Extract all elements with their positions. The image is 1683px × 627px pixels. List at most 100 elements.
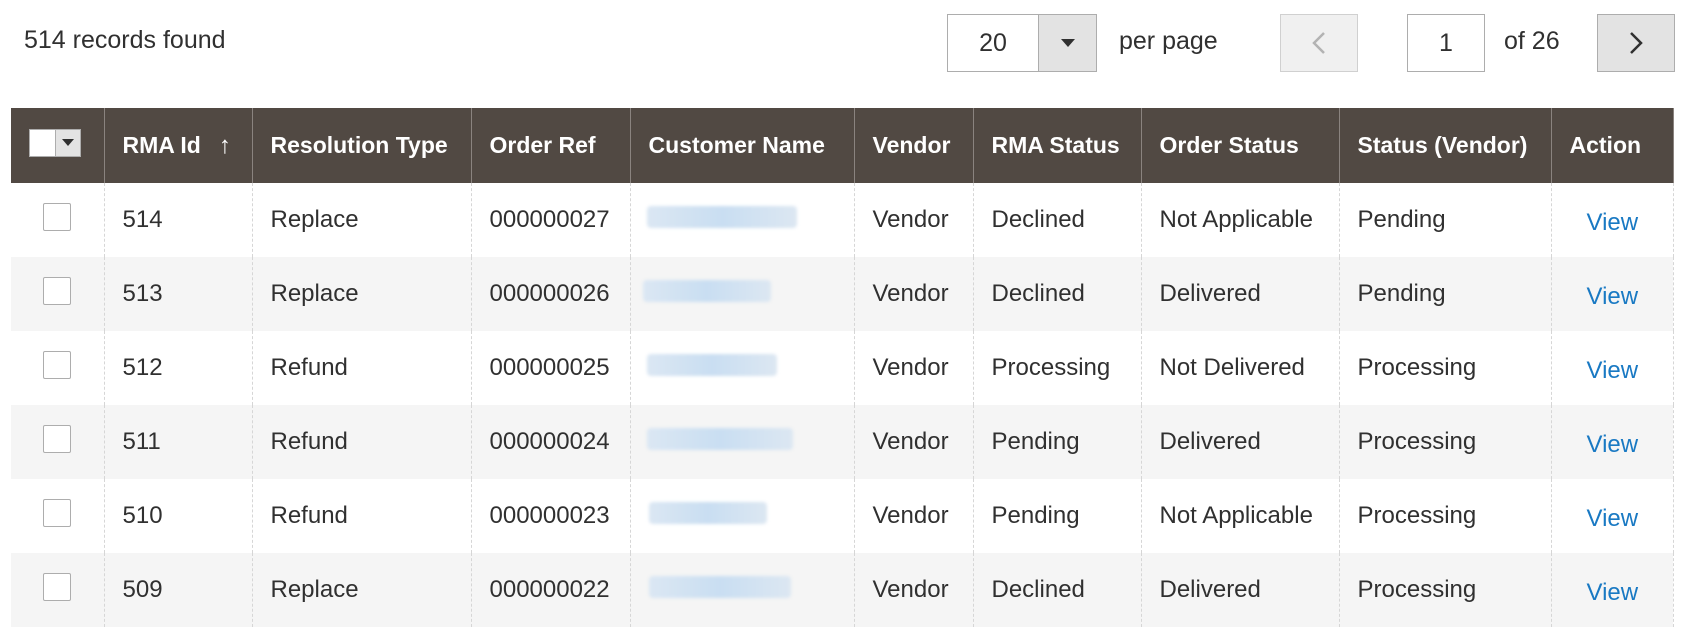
cell-action: View <box>1550 183 1674 257</box>
column-header-resolution-type[interactable]: Resolution Type <box>251 108 472 183</box>
table-row: 514 Replace 000000027 Vendor Declined Not App… <box>11 183 1674 257</box>
row-select-cell <box>11 331 105 405</box>
cell-order-status: Not Applicable <box>1140 183 1340 257</box>
mass-select-dropdown[interactable] <box>29 129 81 157</box>
sort-ascending-icon: ↑ <box>218 131 231 159</box>
row-select-cell <box>11 183 105 257</box>
row-checkbox[interactable] <box>43 424 71 453</box>
cell-vendor: Vendor <box>853 479 974 553</box>
cell-rma-status: Processing <box>972 331 1142 405</box>
column-header-rma-id[interactable]: RMA Id ↑ <box>103 108 253 183</box>
cell-vendor: Vendor <box>853 553 974 627</box>
cell-status-vendor: Processing <box>1338 405 1552 479</box>
cell-rma-id: 514 <box>103 183 253 257</box>
previous-page-button[interactable] <box>1280 14 1358 72</box>
per-page-label: per page <box>1119 27 1218 55</box>
table-row: 510 Refund 000000023 Vendor Pending Not Appli… <box>11 479 1674 553</box>
cell-action: View <box>1550 331 1674 405</box>
row-select-cell <box>11 405 105 479</box>
cell-resolution-type: Replace <box>251 257 472 331</box>
per-page-dropdown-button[interactable] <box>1038 15 1096 71</box>
view-link[interactable]: View <box>1587 283 1639 310</box>
table-row: 511 Refund 000000024 Vendor Pending Delivered… <box>11 405 1674 479</box>
cell-resolution-type: Refund <box>251 479 472 553</box>
mass-select-header <box>11 108 105 183</box>
cell-order-status: Not Delivered <box>1140 331 1340 405</box>
cell-rma-status: Declined <box>972 553 1142 627</box>
per-page-value: 20 <box>979 28 1007 57</box>
cell-rma-status: Declined <box>972 183 1142 257</box>
column-header-order-status[interactable]: Order Status <box>1140 108 1340 183</box>
mass-select-toggle[interactable] <box>54 130 80 156</box>
chevron-right-icon <box>1630 32 1643 54</box>
column-header-rma-status[interactable]: RMA Status <box>972 108 1142 183</box>
cell-vendor: Vendor <box>853 405 974 479</box>
cell-vendor: Vendor <box>853 331 974 405</box>
cell-rma-id: 512 <box>103 331 253 405</box>
cell-status-vendor: Processing <box>1338 331 1552 405</box>
cell-rma-id: 509 <box>103 553 253 627</box>
column-header-vendor[interactable]: Vendor <box>853 108 974 183</box>
per-page-select[interactable]: 20 <box>947 14 1097 72</box>
redacted-customer-name <box>646 427 793 450</box>
table-row: 509 Replace 000000022 Vendor Declined Deliver… <box>11 553 1674 627</box>
chevron-down-icon <box>1060 38 1075 47</box>
cell-customer-name <box>629 479 855 553</box>
column-header-label: RMA Id <box>122 131 201 158</box>
cell-customer-name <box>629 331 855 405</box>
cell-action: View <box>1550 257 1674 331</box>
cell-resolution-type: Refund <box>251 331 472 405</box>
cell-resolution-type: Refund <box>251 405 472 479</box>
cell-order-status: Delivered <box>1140 257 1340 331</box>
column-header-customer-name[interactable]: Customer Name <box>629 108 855 183</box>
cell-vendor: Vendor <box>853 257 974 331</box>
cell-resolution-type: Replace <box>251 553 472 627</box>
total-pages-label: of 26 <box>1504 27 1560 55</box>
redacted-customer-name <box>648 501 767 524</box>
view-link[interactable]: View <box>1587 431 1639 458</box>
cell-order-ref: 000000026 <box>470 257 631 331</box>
row-checkbox[interactable] <box>43 572 71 601</box>
cell-rma-id: 510 <box>103 479 253 553</box>
cell-rma-status: Pending <box>972 479 1142 553</box>
current-page-input[interactable]: 1 <box>1407 14 1485 72</box>
column-header-status-vendor[interactable]: Status (Vendor) <box>1338 108 1552 183</box>
cell-customer-name <box>629 183 855 257</box>
redacted-customer-name <box>648 575 791 598</box>
cell-order-status: Delivered <box>1140 553 1340 627</box>
redacted-customer-name <box>646 353 777 376</box>
row-checkbox[interactable] <box>43 350 71 379</box>
cell-status-vendor: Pending <box>1338 257 1552 331</box>
cell-order-ref: 000000027 <box>470 183 631 257</box>
row-checkbox[interactable] <box>43 202 71 231</box>
cell-resolution-type: Replace <box>251 183 472 257</box>
redacted-customer-name <box>642 279 771 302</box>
cell-order-status: Delivered <box>1140 405 1340 479</box>
cell-rma-id: 511 <box>103 405 253 479</box>
cell-order-ref: 000000023 <box>470 479 631 553</box>
view-link[interactable]: View <box>1587 579 1639 606</box>
cell-status-vendor: Processing <box>1338 479 1552 553</box>
cell-action: View <box>1550 553 1674 627</box>
column-header-action: Action <box>1550 108 1674 183</box>
row-select-cell <box>11 257 105 331</box>
cell-customer-name <box>629 405 855 479</box>
cell-vendor: Vendor <box>853 183 974 257</box>
row-checkbox[interactable] <box>43 276 71 305</box>
chevron-down-icon <box>61 139 74 146</box>
mass-select-checkbox[interactable] <box>30 130 55 156</box>
cell-customer-name <box>629 553 855 627</box>
grid-header-row: RMA Id ↑ Resolution Type Order Ref Custom… <box>11 108 1674 183</box>
next-page-button[interactable] <box>1597 14 1675 72</box>
view-link[interactable]: View <box>1587 357 1639 384</box>
table-row: 513 Replace 000000026 Vendor Declined Deliver… <box>11 257 1674 331</box>
cell-rma-status: Declined <box>972 257 1142 331</box>
view-link[interactable]: View <box>1587 209 1639 236</box>
row-checkbox[interactable] <box>43 498 71 527</box>
cell-order-ref: 000000025 <box>470 331 631 405</box>
table-row: 512 Refund 000000025 Vendor Processing Not De… <box>11 331 1674 405</box>
view-link[interactable]: View <box>1587 505 1639 532</box>
column-header-order-ref[interactable]: Order Ref <box>470 108 631 183</box>
cell-order-ref: 000000022 <box>470 553 631 627</box>
rma-grid: RMA Id ↑ Resolution Type Order Ref Custom… <box>11 108 1674 627</box>
